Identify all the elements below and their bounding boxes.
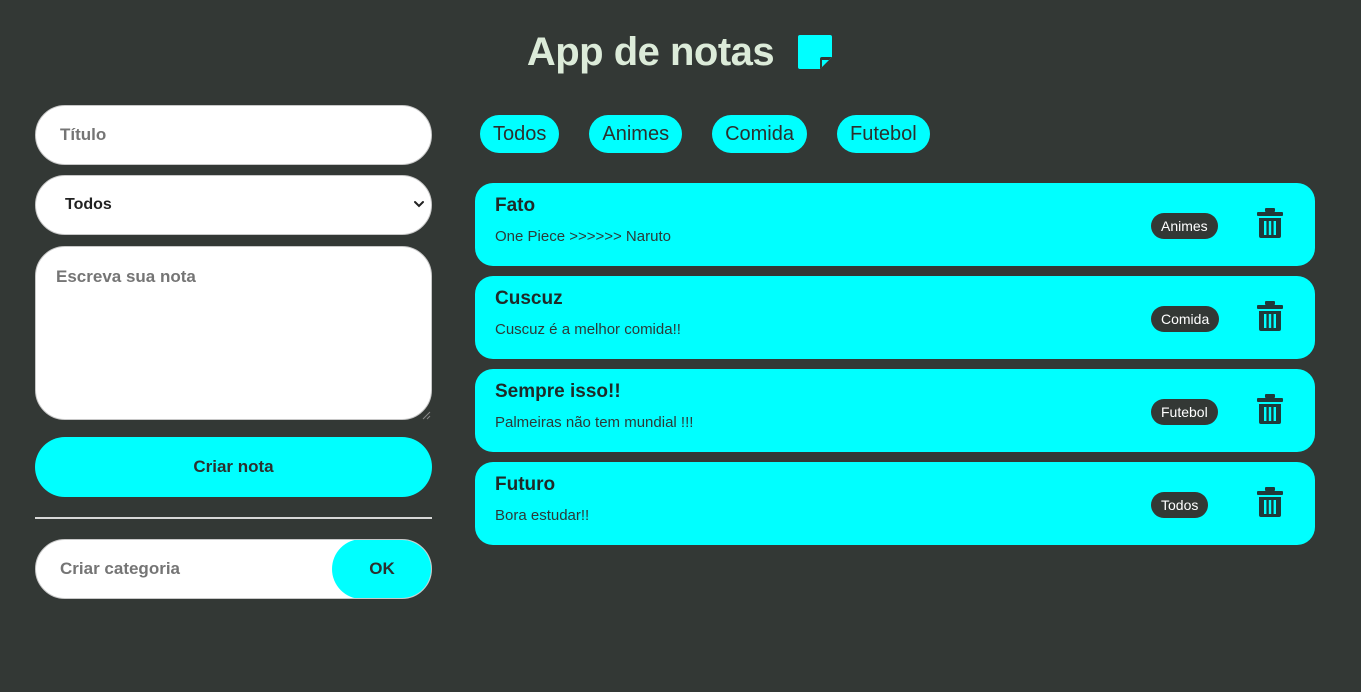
category-badge: Comida [1151, 306, 1220, 332]
note-card: Futuro Bora estudar!! Todos [475, 462, 1315, 545]
page-title: App de notas [526, 29, 775, 74]
note-body: Cuscuz é a melhor comida!! [495, 321, 681, 338]
trash-icon[interactable] [1255, 486, 1285, 518]
note-form: Todos Criar nota OK [35, 105, 432, 599]
note-body: Palmeiras não tem mundial !!! [495, 414, 694, 431]
trash-icon[interactable] [1255, 393, 1285, 425]
new-category-row: OK [35, 539, 432, 599]
resize-grip-icon[interactable] [421, 410, 431, 420]
note-title: Fato [495, 195, 536, 216]
filter-chip-futebol[interactable]: Futebol [837, 115, 930, 153]
app-header: App de notas [0, 26, 1361, 78]
note-body: Bora estudar!! [495, 507, 590, 524]
filter-chip-animes[interactable]: Animes [589, 115, 683, 153]
category-badge: Futebol [1151, 399, 1218, 425]
note-card: Fato One Piece >>>>>> Naruto Animes [475, 183, 1315, 266]
create-note-button[interactable]: Criar nota [35, 437, 432, 497]
note-title: Sempre isso!! [495, 381, 621, 402]
trash-icon[interactable] [1255, 300, 1285, 332]
category-badge: Animes [1151, 213, 1218, 239]
ok-button[interactable]: OK [332, 540, 431, 598]
category-select[interactable]: Todos [35, 175, 432, 235]
note-card: Cuscuz Cuscuz é a melhor comida!! Comida [475, 276, 1315, 359]
chevron-down-icon [414, 201, 424, 208]
divider [35, 517, 432, 519]
note-textarea[interactable] [35, 246, 432, 420]
notes-list: Fato One Piece >>>>>> Naruto Animes Cusc… [475, 183, 1315, 555]
category-filters: Todos Animes Comida Futebol [480, 115, 930, 153]
category-select-value[interactable]: Todos [35, 175, 432, 235]
note-card: Sempre isso!! Palmeiras não tem mundial … [475, 369, 1315, 452]
new-category-input[interactable] [36, 540, 332, 598]
trash-icon[interactable] [1255, 207, 1285, 239]
category-badge: Todos [1151, 492, 1209, 518]
filter-chip-todos[interactable]: Todos [480, 115, 560, 153]
note-body: One Piece >>>>>> Naruto [495, 228, 671, 245]
note-title: Futuro [495, 474, 556, 495]
filter-chip-comida[interactable]: Comida [712, 115, 807, 153]
sticky-note-icon [798, 35, 833, 69]
title-input[interactable] [35, 105, 432, 165]
note-title: Cuscuz [495, 288, 563, 309]
